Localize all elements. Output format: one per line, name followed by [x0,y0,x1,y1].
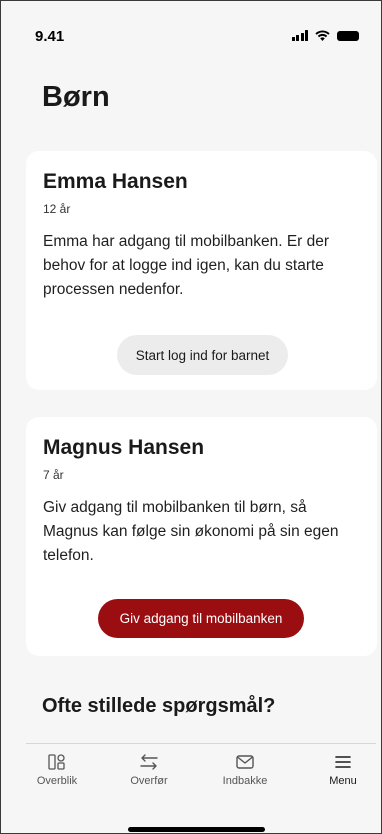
wifi-icon [315,30,330,41]
battery-icon [337,30,359,41]
home-indicator [128,827,265,832]
menu-icon [334,751,352,773]
tab-label: Overblik [36,775,78,787]
tab-label: Overfør [130,775,168,787]
status-bar: 9.41 [1,1,381,61]
child-age: 12 år [43,202,71,216]
child-card: Magnus Hansen 7 år Giv adgang til mobilb… [26,417,377,656]
child-age: 7 år [43,468,64,482]
tab-label: Indbakke [222,775,268,787]
grant-access-button[interactable]: Giv adgang til mobilbanken [98,599,304,638]
inbox-icon [236,751,254,773]
status-icons [291,30,359,41]
tab-label: Menu [329,775,357,787]
child-card: Emma Hansen 12 år Emma har adgang til mo… [26,151,377,390]
child-name: Magnus Hansen [43,436,205,459]
transfer-icon [139,751,159,773]
tab-menu[interactable]: Menu [298,751,382,787]
start-login-button[interactable]: Start log ind for barnet [117,335,288,375]
status-time: 9.41 [35,28,65,45]
tab-transfer[interactable]: Overfør [104,751,194,787]
divider [26,743,376,744]
child-description: Giv adgang til mobilbanken til børn, så … [43,499,339,564]
child-description: Emma har adgang til mobilbanken. Er der … [43,233,330,298]
tab-bar: Overblik Overfør Indbakke Menu [1,751,381,811]
page-title: Børn [42,81,110,113]
cellular-signal-icon [291,30,308,41]
faq-heading[interactable]: Ofte stillede spørgsmål? [42,695,275,718]
child-name: Emma Hansen [43,170,188,193]
tab-overview[interactable]: Overblik [12,751,102,787]
overview-icon [48,751,66,773]
tab-inbox[interactable]: Indbakke [200,751,290,787]
